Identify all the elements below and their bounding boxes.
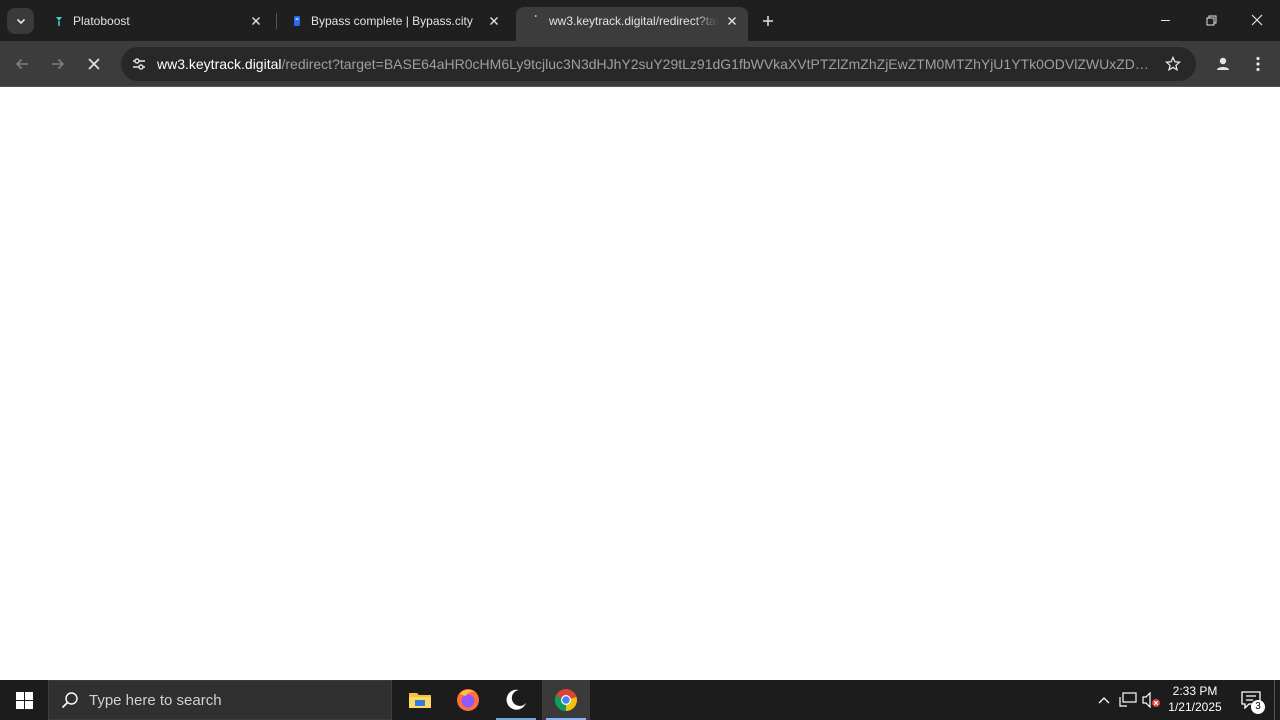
tab-title: Platoboost bbox=[73, 14, 130, 28]
url-path: /redirect?target=BASE64aHR0cHM6Ly9tcjluc… bbox=[281, 56, 1154, 72]
url-text[interactable]: ww3.keytrack.digital/redirect?target=BAS… bbox=[157, 56, 1153, 72]
forward-button[interactable] bbox=[46, 52, 70, 76]
close-icon bbox=[88, 58, 100, 70]
tab-title: ww3.keytrack.digital/redirect?target=BAS… bbox=[549, 14, 719, 28]
window-close-button[interactable] bbox=[1234, 0, 1280, 40]
loading-spinner-icon bbox=[528, 14, 542, 28]
tab-separator bbox=[276, 13, 277, 29]
start-button[interactable] bbox=[0, 680, 48, 720]
plus-icon bbox=[763, 16, 773, 26]
close-icon[interactable] bbox=[247, 12, 265, 30]
clock-date: 1/21/2025 bbox=[1168, 700, 1222, 714]
restore-icon bbox=[1206, 15, 1216, 25]
folder-icon bbox=[409, 693, 431, 708]
network-icon bbox=[1119, 692, 1137, 707]
bypass-city-favicon-icon bbox=[290, 14, 304, 28]
profile-button[interactable] bbox=[1210, 51, 1236, 77]
tune-icon bbox=[133, 58, 145, 70]
speaker-muted-icon bbox=[1142, 692, 1160, 708]
search-placeholder: Type here to search bbox=[89, 692, 222, 709]
chevron-up-icon bbox=[1098, 697, 1110, 704]
url-host: ww3.keytrack.digital bbox=[157, 56, 282, 72]
person-icon bbox=[1217, 57, 1229, 70]
moon-icon bbox=[506, 689, 526, 710]
network-status-button[interactable] bbox=[1118, 680, 1138, 720]
tab-title: Bypass complete | Bypass.city bbox=[311, 14, 473, 28]
more-vertical-icon bbox=[1256, 56, 1260, 72]
restore-button[interactable] bbox=[1188, 0, 1234, 40]
browser-menu-button[interactable] bbox=[1248, 51, 1268, 77]
minimize-icon bbox=[1160, 19, 1170, 21]
star-icon bbox=[1165, 56, 1181, 72]
chevron-down-icon bbox=[16, 18, 25, 25]
clock-time: 2:33 PM bbox=[1172, 684, 1218, 698]
show-hidden-icons-button[interactable] bbox=[1094, 680, 1114, 720]
show-desktop-button[interactable] bbox=[1274, 680, 1280, 720]
taskbar-firefox[interactable] bbox=[444, 680, 492, 720]
chrome-icon bbox=[554, 689, 577, 712]
windows-taskbar: Type here to search 2:33 PM 1/21/2025 3 bbox=[0, 680, 1280, 720]
arrow-left-icon bbox=[15, 58, 28, 70]
windows-logo-icon bbox=[15, 691, 33, 709]
arrow-right-icon bbox=[52, 58, 65, 70]
browser-toolbar: ww3.keytrack.digital/redirect?target=BAS… bbox=[0, 41, 1280, 87]
taskbar-file-explorer[interactable] bbox=[396, 680, 444, 720]
new-tab-button[interactable] bbox=[758, 11, 778, 31]
firefox-icon bbox=[457, 689, 479, 711]
platoboost-favicon-icon bbox=[52, 14, 66, 28]
search-icon bbox=[61, 692, 78, 709]
page-viewport bbox=[0, 88, 1280, 680]
minimize-button[interactable] bbox=[1142, 0, 1188, 40]
close-icon[interactable] bbox=[723, 12, 741, 30]
tab-keytrack-redirect[interactable]: ww3.keytrack.digital/redirect?target=BAS… bbox=[516, 7, 748, 41]
close-icon[interactable] bbox=[485, 12, 503, 30]
tab-bypass-city[interactable]: Bypass complete | Bypass.city bbox=[278, 7, 512, 41]
close-icon bbox=[1251, 14, 1263, 26]
action-center-button[interactable]: 3 bbox=[1236, 680, 1266, 720]
back-button[interactable] bbox=[10, 52, 34, 76]
stop-loading-button[interactable] bbox=[82, 52, 106, 76]
address-bar[interactable]: ww3.keytrack.digital/redirect?target=BAS… bbox=[121, 47, 1196, 81]
system-clock[interactable]: 2:33 PM 1/21/2025 bbox=[1166, 683, 1224, 715]
tab-platoboost[interactable]: Platoboost bbox=[40, 7, 274, 41]
taskbar-chrome[interactable] bbox=[542, 680, 590, 720]
taskbar-search-box[interactable]: Type here to search bbox=[48, 680, 392, 720]
site-info-button[interactable] bbox=[127, 52, 151, 76]
bookmark-button[interactable] bbox=[1162, 53, 1184, 75]
volume-button[interactable] bbox=[1140, 680, 1162, 720]
taskbar-moon-app[interactable] bbox=[492, 680, 540, 720]
notification-count-badge: 3 bbox=[1251, 700, 1265, 714]
tab-search-button[interactable] bbox=[7, 8, 34, 34]
tab-strip: Platoboost Bypass complete | Bypass.city… bbox=[0, 0, 1280, 41]
